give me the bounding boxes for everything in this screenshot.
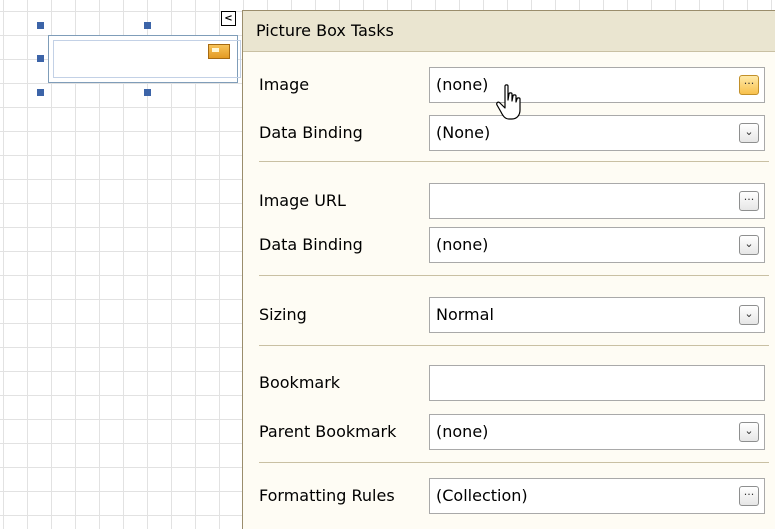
task-row-parent-bookmark: Parent Bookmark (none) ⌄ <box>243 414 775 450</box>
field-value: Normal <box>436 305 494 324</box>
task-row-image-url: Image URL ··· <box>243 183 775 219</box>
dropdown-arrow-icon[interactable]: ⌄ <box>739 123 759 143</box>
formatting-rules-field[interactable]: (Collection) ··· <box>429 478 765 514</box>
smart-tag-icon[interactable]: < <box>221 11 236 26</box>
separator <box>259 462 769 463</box>
task-label: Parent Bookmark <box>259 422 397 441</box>
image-url-field[interactable]: ··· <box>429 183 765 219</box>
selection-handle[interactable] <box>37 55 44 62</box>
ellipsis-icon[interactable]: ··· <box>739 486 759 506</box>
field-value: (none) <box>436 75 489 94</box>
task-row-bookmark: Bookmark <box>243 365 775 401</box>
field-value: (none) <box>436 422 489 441</box>
dropdown-arrow-icon[interactable]: ⌄ <box>739 305 759 325</box>
picture-box-control[interactable] <box>48 35 241 83</box>
task-row-data-binding-url: Data Binding (none) ⌄ <box>243 227 775 263</box>
task-row-formatting-rules: Formatting Rules (Collection) ··· <box>243 478 775 514</box>
task-row-sizing: Sizing Normal ⌄ <box>243 297 775 333</box>
task-label: Bookmark <box>259 373 341 392</box>
dropdown-arrow-icon[interactable]: ⌄ <box>739 235 759 255</box>
task-label: Image <box>259 75 310 94</box>
field-value: (none) <box>436 235 489 254</box>
ellipsis-icon[interactable]: ··· <box>739 75 759 95</box>
separator <box>259 161 769 162</box>
field-value: (Collection) <box>436 486 528 505</box>
separator <box>259 275 769 276</box>
image-field[interactable]: (none) ··· <box>429 67 765 103</box>
selection-handle[interactable] <box>144 22 151 29</box>
data-binding-url-select[interactable]: (none) ⌄ <box>429 227 765 263</box>
task-label: Data Binding <box>259 123 363 142</box>
task-label: Image URL <box>259 191 346 210</box>
panel-title: Picture Box Tasks <box>243 11 775 52</box>
selection-handle[interactable] <box>37 89 44 96</box>
task-label: Data Binding <box>259 235 363 254</box>
sizing-select[interactable]: Normal ⌄ <box>429 297 765 333</box>
selection-handle[interactable] <box>37 22 44 29</box>
image-icon <box>208 44 230 59</box>
hand-pointer-cursor-icon <box>496 84 521 120</box>
task-label: Formatting Rules <box>259 486 395 505</box>
separator <box>259 345 769 346</box>
ellipsis-icon[interactable]: ··· <box>739 191 759 211</box>
field-value: (None) <box>436 123 491 142</box>
selection-handle[interactable] <box>144 89 151 96</box>
data-binding-select[interactable]: (None) ⌄ <box>429 115 765 151</box>
bookmark-field[interactable] <box>429 365 765 401</box>
dropdown-arrow-icon[interactable]: ⌄ <box>739 422 759 442</box>
task-label: Sizing <box>259 305 307 324</box>
parent-bookmark-select[interactable]: (none) ⌄ <box>429 414 765 450</box>
